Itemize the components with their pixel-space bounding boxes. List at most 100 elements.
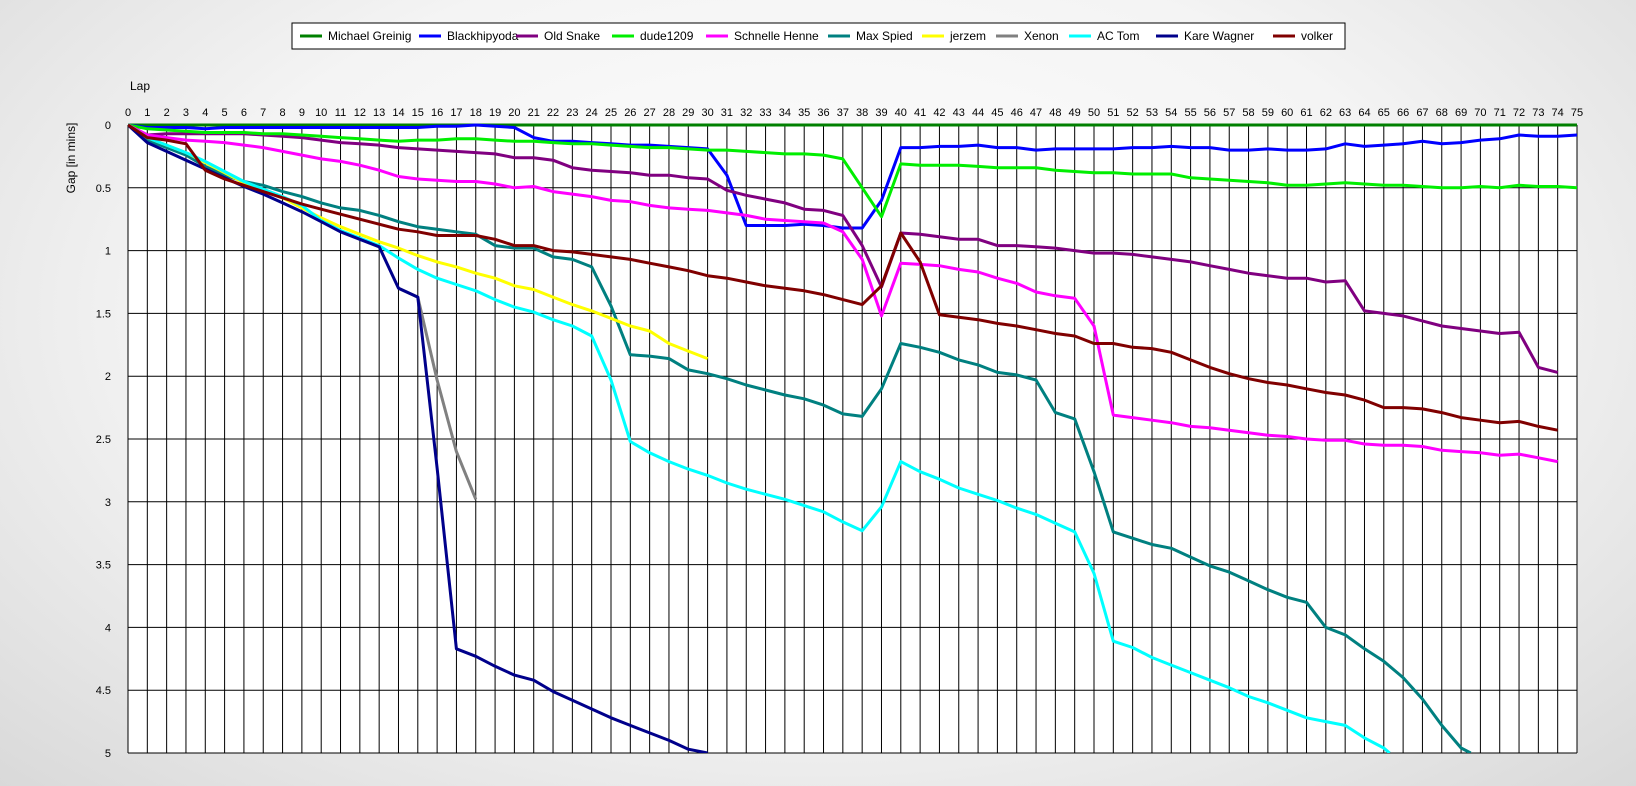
x-tick-label: 14 [392,107,404,119]
x-tick-label: 52 [1127,107,1139,119]
x-tick-label: 63 [1339,107,1351,119]
x-tick-label: 2 [164,107,170,119]
x-tick-label: 11 [335,107,346,119]
y-tick-label: 4 [105,622,111,634]
x-tick-label: 58 [1242,107,1254,119]
x-tick-label: 33 [759,107,771,119]
x-tick-label: 51 [1107,107,1119,119]
x-tick-label: 39 [875,107,887,119]
x-axis-title: Lap [130,79,150,93]
x-tick-label: 25 [605,107,617,119]
x-tick-label: 7 [260,107,266,119]
x-tick-label: 9 [299,107,305,119]
legend-label-ac-tom: AC Tom [1097,29,1139,43]
legend-label-dude1209: dude1209 [640,29,694,43]
y-tick-label: 3.5 [96,560,111,572]
x-tick-label: 0 [125,107,131,119]
x-tick-label: 57 [1223,107,1235,119]
y-tick-label: 0 [105,120,111,132]
legend-label-michael-greinig: Michael Greinig [328,29,411,43]
y-tick-label: 2.5 [96,434,111,446]
y-tick-label: 1 [105,246,111,258]
x-tick-label: 64 [1358,107,1370,119]
y-tick-label: 0.5 [96,183,111,195]
x-tick-label: 41 [914,107,926,119]
x-tick-label: 15 [412,107,424,119]
x-tick-label: 47 [1030,107,1042,119]
x-tick-label: 56 [1204,107,1216,119]
x-tick-label: 21 [528,107,540,119]
x-tick-label: 3 [183,107,189,119]
x-tick-label: 69 [1455,107,1467,119]
x-tick-label: 27 [644,107,656,119]
legend-label-old-snake: Old Snake [544,29,600,43]
x-tick-label: 46 [1011,107,1023,119]
x-tick-label: 18 [470,107,482,119]
x-tick-label: 5 [222,107,228,119]
x-tick-label: 49 [1069,107,1081,119]
legend-label-max-spied: Max Spied [856,29,913,43]
x-tick-label: 73 [1532,107,1544,119]
x-tick-label: 28 [663,107,675,119]
x-tick-label: 29 [682,107,694,119]
x-tick-label: 26 [624,107,636,119]
x-tick-label: 40 [895,107,907,119]
x-tick-label: 62 [1320,107,1332,119]
x-tick-label: 17 [450,107,462,119]
x-tick-label: 59 [1262,107,1274,119]
x-tick-label: 37 [837,107,849,119]
x-tick-label: 68 [1436,107,1448,119]
x-tick-label: 31 [721,107,733,119]
x-tick-label: 24 [586,107,598,119]
x-tick-label: 60 [1281,107,1293,119]
x-tick-label: 30 [701,107,713,119]
x-tick-label: 38 [856,107,868,119]
legend-label-schnelle-henne: Schnelle Henne [734,29,819,43]
x-tick-label: 8 [279,107,285,119]
x-tick-label: 19 [489,107,501,119]
x-tick-label: 34 [779,107,791,119]
x-tick-label: 44 [972,107,984,119]
x-tick-label: 1 [144,107,150,119]
x-tick-label: 4 [202,107,208,119]
x-tick-label: 16 [431,107,443,119]
legend: Michael Greinig Blackhipyoda Old Snake dude… [291,22,1346,50]
x-tick-label: 23 [566,107,578,119]
y-tick-label: 5 [105,748,111,760]
x-axis-ticks: 0 1 2 3 4 5 6 7 8 9 10 11 12 13 14 15 16 17 18 19 20 21 22 23 24… [125,107,1583,119]
x-tick-label: 74 [1552,107,1564,119]
x-tick-label: 6 [241,107,247,119]
y-tick-label: 4.5 [96,685,111,697]
x-tick-label: 36 [817,107,829,119]
x-tick-label: 54 [1165,107,1177,119]
y-tick-label: 1.5 [96,308,111,320]
x-tick-label: 32 [740,107,752,119]
legend-label-jerzem: jerzem [949,29,986,43]
chart: Michael Greinig Blackhipyoda Old Snake dude… [64,22,1583,760]
x-tick-label: 65 [1378,107,1390,119]
y-axis-title: Gap [in mins] [64,123,78,194]
legend-label-xenon: Xenon [1024,29,1059,43]
x-tick-label: 55 [1184,107,1196,119]
x-tick-label: 43 [953,107,965,119]
x-tick-label: 13 [373,107,385,119]
x-tick-label: 20 [508,107,520,119]
x-tick-label: 12 [354,107,366,119]
x-tick-label: 42 [933,107,945,119]
x-tick-label: 35 [798,107,810,119]
y-tick-label: 3 [105,497,111,509]
x-tick-label: 70 [1474,107,1486,119]
x-tick-label: 10 [315,107,327,119]
x-tick-label: 45 [991,107,1003,119]
y-tick-label: 2 [105,371,111,383]
x-tick-label: 75 [1571,107,1583,119]
y-axis-ticks: 0 0.5 1 1.5 2 2.5 3 3.5 4 4.5 5 [96,120,111,760]
legend-label-volker: volker [1301,29,1333,43]
x-tick-label: 50 [1088,107,1100,119]
x-tick-label: 71 [1494,107,1506,119]
x-tick-label: 22 [547,107,559,119]
x-tick-label: 61 [1300,107,1312,119]
x-tick-label: 66 [1397,107,1409,119]
x-tick-label: 53 [1146,107,1158,119]
x-tick-label: 67 [1416,107,1428,119]
